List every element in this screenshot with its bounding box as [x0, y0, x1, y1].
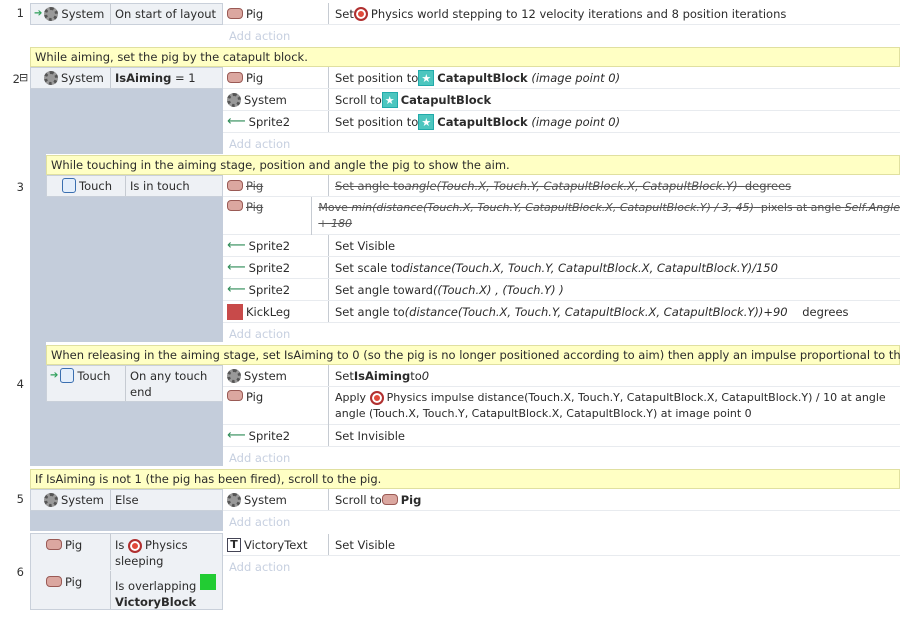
action-row[interactable]: ⟵ Sprite2 Set Visible	[223, 235, 900, 257]
event-2-condition-object[interactable]: System	[44, 67, 104, 88]
add-action-link[interactable]: Add action	[223, 556, 900, 577]
event-comment[interactable]: If IsAiming is not 1 (the pig has been f…	[30, 469, 900, 489]
event-comment[interactable]: While touching in the aiming stage, posi…	[46, 155, 900, 175]
gear-icon	[44, 492, 58, 507]
physics-behavior-icon	[128, 538, 143, 553]
add-action-link[interactable]: Add action	[223, 323, 900, 344]
event-3-condition-text[interactable]: Is in touch	[130, 175, 190, 196]
trigger-arrow-icon: ➔	[50, 370, 59, 381]
action-row[interactable]: ⟵ Sprite2 Set angle toward ((Touch.X) , (T…	[223, 279, 900, 301]
star-icon: ★	[418, 69, 435, 86]
action-row[interactable]: Pig Apply Physics impulse distance(Touch.…	[223, 387, 900, 425]
event-1-condition-text[interactable]: On start of layout	[115, 3, 216, 24]
event-6-condition-text[interactable]: Is Physics sleeping	[115, 537, 188, 569]
action-row[interactable]: KickLeg Set angle to (distance(Touch.X, T…	[223, 301, 900, 323]
event-6-condition-text[interactable]: Is overlapping VictoryBlock	[115, 574, 216, 610]
event-5-condition-text[interactable]: Else	[115, 489, 139, 510]
sprite-arrow-icon: ⟵	[227, 428, 246, 443]
event-6-condition-object[interactable]: Pig	[46, 571, 82, 592]
event-comment[interactable]: While aiming, set the pig by the catapul…	[30, 47, 900, 67]
event-number: 5	[16, 492, 24, 506]
pig-icon	[227, 390, 243, 401]
gear-icon	[227, 92, 241, 107]
pig-icon	[46, 576, 62, 587]
action-row[interactable]: ⟵ Sprite2 Set scale to distance(Touch.X, T…	[223, 257, 900, 279]
add-action-link[interactable]: Add action	[223, 447, 900, 468]
star-icon: ★	[381, 91, 398, 108]
event-comment[interactable]: When releasing in the aiming stage, set …	[46, 345, 900, 365]
gear-icon	[227, 368, 241, 383]
action-row[interactable]: Pig Set position to ★ CatapultBlock (image…	[223, 67, 900, 89]
event-6-condition-object[interactable]: Pig	[46, 534, 82, 555]
action-row[interactable]: System Scroll to ★ CatapultBlock	[223, 89, 900, 111]
event-number: 4	[16, 377, 24, 391]
pig-icon	[381, 494, 398, 505]
event-3-condition-object[interactable]: Touch	[62, 175, 112, 196]
add-action-link[interactable]: Add action	[223, 511, 900, 532]
collapse-toggle-icon[interactable]: ⊟	[19, 71, 28, 84]
event-2-block-bg	[30, 88, 223, 154]
add-action-link[interactable]: Add action	[223, 25, 900, 46]
sprite-arrow-icon: ⟵	[227, 260, 246, 275]
action-row[interactable]: ⟵ Sprite2 Set Invisible	[223, 425, 900, 447]
action-row[interactable]: Pig Set Physics world stepping to 12 velo…	[223, 3, 900, 25]
event-5-condition-object[interactable]: System	[44, 489, 104, 510]
action-row-disabled[interactable]: Pig Move min(distance(Touch.X, Touch.Y, C…	[223, 197, 900, 235]
action-row[interactable]: ⟵ Sprite2 Set position to ★ CatapultBlock (…	[223, 111, 900, 133]
action-row[interactable]: T VictoryText Set Visible	[223, 534, 900, 556]
event-number: 1	[16, 6, 24, 20]
event-5-block-bg	[30, 510, 223, 531]
pig-icon	[227, 8, 243, 19]
event-3-block-bg	[46, 196, 223, 342]
event-number: 6	[16, 565, 24, 579]
action-row[interactable]: System Scroll to Pig	[223, 489, 900, 511]
trigger-arrow-icon: ➔	[34, 8, 43, 19]
pig-icon	[227, 200, 243, 211]
victoryblock-icon	[199, 574, 216, 590]
kickleg-icon	[227, 303, 243, 320]
action-row[interactable]: System Set IsAiming to 0	[223, 365, 900, 387]
event-2-condition-text[interactable]: IsAiming = 1	[115, 67, 196, 88]
event-number: 2	[12, 72, 20, 86]
physics-behavior-icon	[353, 6, 368, 21]
event-2-indent-bar	[30, 154, 46, 466]
sprite-arrow-icon: ⟵	[227, 238, 246, 253]
event-4-block-bg	[46, 402, 223, 466]
touch-icon	[60, 368, 75, 383]
pig-icon	[227, 180, 243, 191]
sprite-arrow-icon: ⟵	[227, 114, 246, 129]
pig-icon	[46, 539, 62, 550]
sprite-arrow-icon: ⟵	[227, 282, 246, 297]
add-action-link[interactable]: Add action	[223, 133, 900, 154]
gear-icon	[44, 70, 58, 85]
touch-icon	[62, 178, 76, 193]
text-object-icon: T	[227, 537, 241, 552]
gear-icon	[44, 6, 59, 21]
event-4-condition-object[interactable]: ➔ Touch	[50, 365, 110, 386]
event-4-condition-text[interactable]: On any touch end	[130, 368, 207, 400]
action-row-disabled[interactable]: Pig Set angle to angle(Touch.X, Touch.Y, …	[223, 175, 900, 197]
star-icon: ★	[418, 113, 435, 130]
event-number: 3	[16, 180, 24, 194]
physics-behavior-icon	[369, 391, 384, 405]
pig-icon	[227, 72, 243, 83]
gear-icon	[227, 492, 241, 507]
event-1-condition-object[interactable]: ➔ System	[34, 3, 104, 24]
